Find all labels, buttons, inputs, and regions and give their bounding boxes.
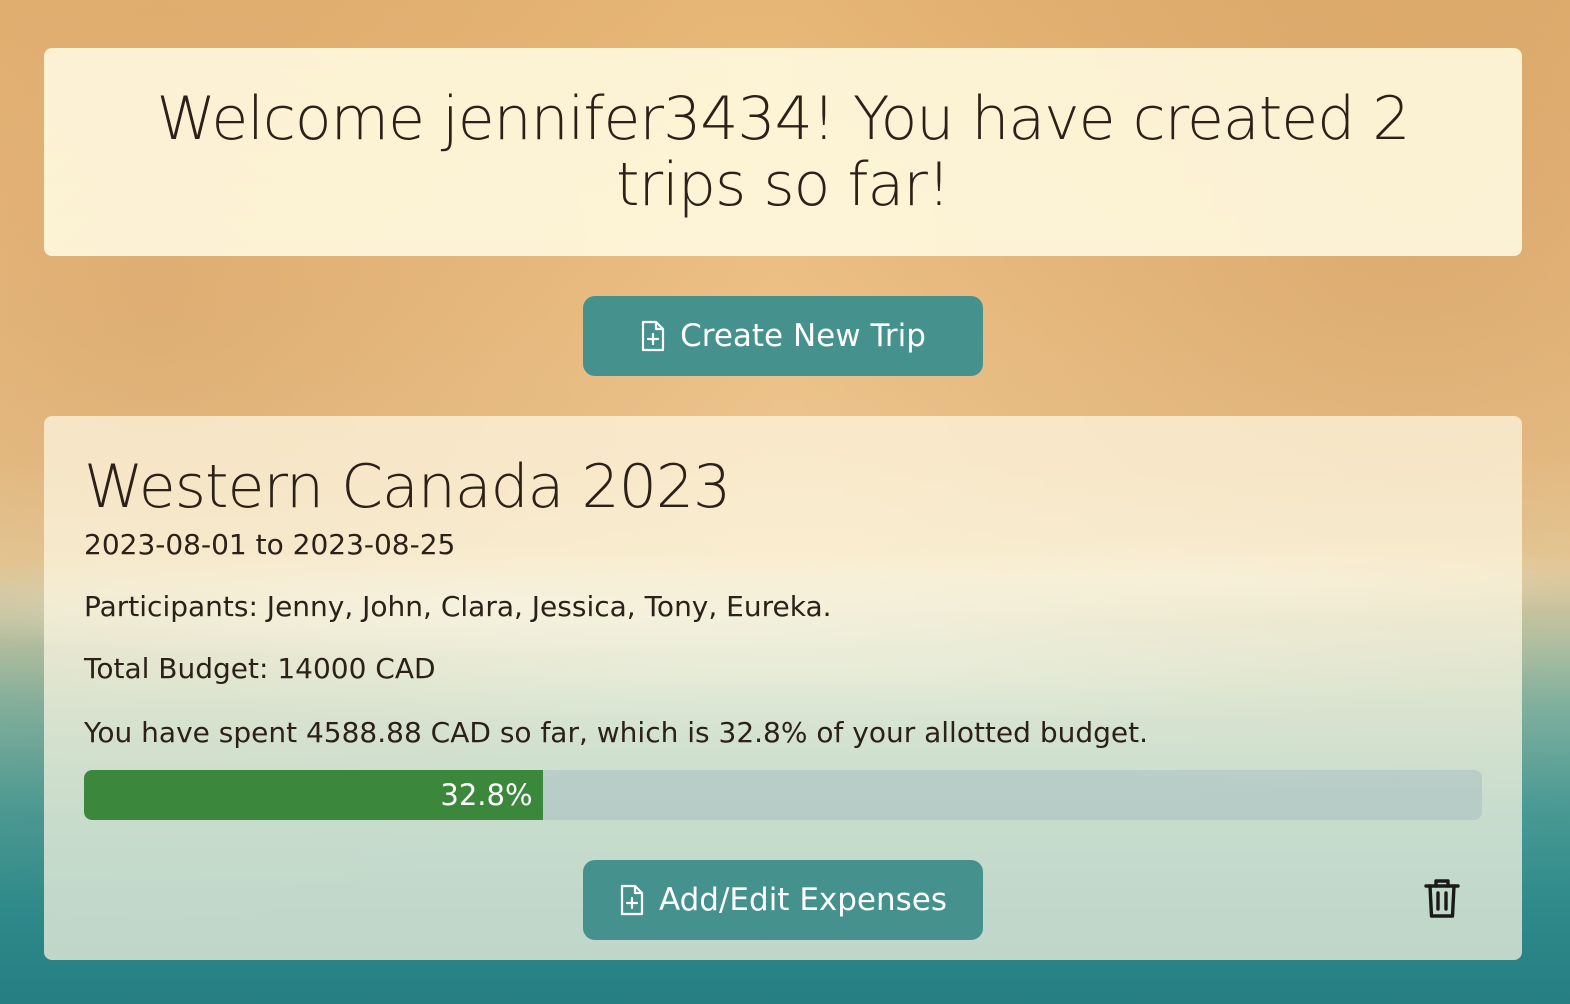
trip-total-budget: Total Budget: 14000 CAD	[84, 652, 436, 685]
file-plus-icon	[642, 320, 665, 352]
add-edit-expenses-label: Add/Edit Expenses	[658, 882, 948, 918]
add-edit-expenses-button[interactable]: Add/Edit Expenses	[583, 860, 983, 940]
file-plus-icon	[620, 884, 644, 916]
trip-dates: 2023-08-01 to 2023-08-25	[84, 528, 456, 561]
trip-spent-summary: You have spent 4588.88 CAD so far, which…	[84, 716, 1148, 749]
welcome-title: Welcome jennifer3434! You have created 2…	[156, 84, 1411, 220]
budget-progress-label: 32.8%	[440, 778, 533, 812]
create-new-trip-button[interactable]: Create New Trip	[583, 296, 983, 376]
trip-participants: Participants: Jenny, John, Clara, Jessic…	[84, 590, 832, 623]
welcome-banner: Welcome jennifer3434! You have created 2…	[44, 48, 1522, 256]
budget-progress-bar: 32.8%	[84, 770, 1482, 820]
trip-title: Western Canada 2023	[84, 452, 731, 522]
budget-progress-fill: 32.8%	[84, 770, 543, 820]
trash-icon[interactable]	[1422, 876, 1462, 920]
create-new-trip-label: Create New Trip	[680, 318, 926, 354]
